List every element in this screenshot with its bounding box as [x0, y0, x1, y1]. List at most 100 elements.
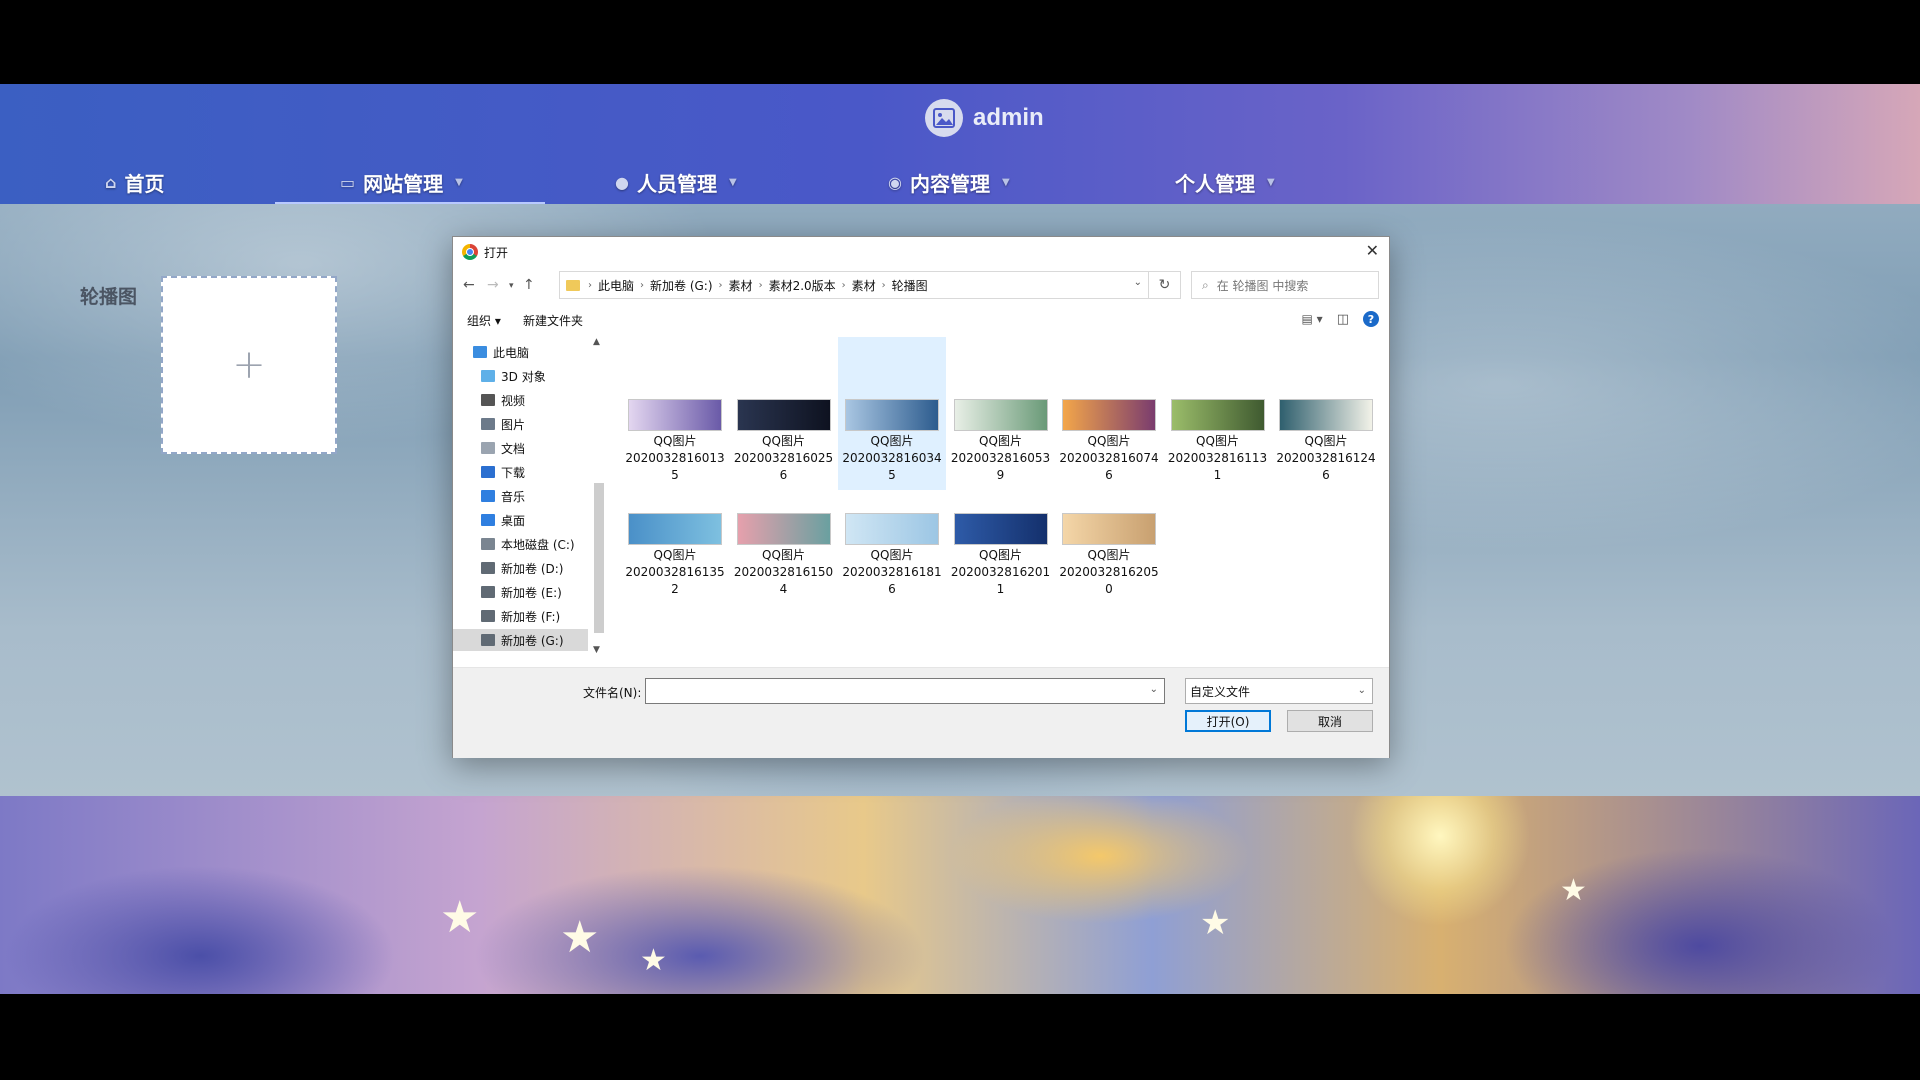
file-name-line: QQ图片	[979, 434, 1022, 448]
file-name-line: 9	[996, 468, 1005, 482]
main-nav: ⌂ 首页 ▭ 网站管理 ▼ ● 人员管理 ▼ ◉ 内容管理 ▼ 个人管理 ▼	[0, 160, 1920, 204]
star-icon: ★	[1560, 873, 1587, 908]
image-thumbnail	[1170, 399, 1265, 431]
search-input[interactable]: ⌕ 在 轮播图 中搜索	[1191, 271, 1379, 299]
tree-item[interactable]: 3D 对象	[453, 365, 588, 387]
file-item[interactable]: QQ图片 2020032816150 4	[730, 489, 838, 604]
user-brand[interactable]: admin	[925, 99, 1044, 137]
file-item[interactable]: QQ图片 2020032816034 5	[838, 337, 946, 490]
address-bar[interactable]: › 此电脑 › 新加卷 (G:) › 素材 › 素材2.0版本 › 素材 › 轮…	[559, 271, 1149, 299]
up-arrow-icon[interactable]: ↑	[523, 277, 535, 293]
file-item[interactable]: QQ图片 2020032816013 5	[621, 337, 729, 490]
tree-item-label: 新加卷 (E:)	[501, 585, 562, 600]
open-button[interactable]: 打开(O)	[1185, 710, 1271, 732]
tree-item[interactable]: 音乐	[453, 485, 588, 507]
nav-site-management[interactable]: ▭ 网站管理 ▼	[340, 160, 463, 204]
file-item[interactable]: QQ图片 2020032816113 1	[1164, 337, 1272, 490]
scroll-up-icon[interactable]: ▲	[593, 337, 600, 347]
close-button[interactable]: ✕	[1366, 241, 1379, 260]
nav-active-indicator	[275, 202, 545, 204]
chevron-down-icon: ▼	[1267, 176, 1275, 188]
file-name-line: QQ图片	[870, 434, 914, 448]
tree-item[interactable]: 文档	[453, 437, 588, 459]
breadcrumb-item[interactable]: 新加卷 (G:)	[650, 277, 713, 294]
folder-icon	[481, 442, 495, 454]
chevron-down-icon[interactable]: ▾	[509, 281, 514, 291]
dialog-title: 打开	[484, 245, 509, 260]
nav-home[interactable]: ⌂ 首页	[105, 160, 164, 204]
file-item[interactable]: QQ图片 2020032816201 1	[947, 489, 1055, 604]
tree-item[interactable]: 下载	[453, 461, 588, 483]
refresh-icon: ↻	[1158, 277, 1171, 293]
scrollbar-thumb[interactable]	[594, 483, 604, 633]
tree-item[interactable]: 新加卷 (E:)	[453, 581, 588, 603]
breadcrumb-item[interactable]: 轮播图	[892, 277, 928, 294]
folder-icon	[481, 490, 495, 502]
new-folder-button[interactable]: 新建文件夹	[523, 312, 583, 329]
file-item[interactable]: QQ图片 2020032816074 6	[1055, 337, 1163, 490]
file-item[interactable]: QQ图片 2020032816205 0	[1055, 489, 1163, 604]
breadcrumb-item[interactable]: 此电脑	[598, 277, 634, 294]
breadcrumb-item[interactable]: 素材2.0版本	[769, 277, 836, 294]
folder-icon	[481, 394, 495, 406]
tree-item-label: 图片	[501, 417, 526, 432]
file-item[interactable]: QQ图片 2020032816135 2	[621, 489, 729, 604]
tree-scrollbar[interactable]: ▲ ▼	[592, 337, 604, 657]
view-options-icon[interactable]: ▤ ▾	[1302, 312, 1323, 326]
address-row: ← → ▾ ↑ › 此电脑 › 新加卷 (G:) › 素材 › 素材2.0版本 …	[453, 271, 1389, 301]
cancel-button[interactable]: 取消	[1287, 710, 1373, 732]
star-icon: ★	[640, 943, 667, 978]
chevron-down-icon[interactable]: ⌄	[1150, 684, 1158, 695]
tree-item[interactable]: 此电脑	[453, 341, 588, 363]
file-item[interactable]: QQ图片 2020032816025 6	[730, 337, 838, 490]
file-name-line: 2020032816181	[842, 565, 942, 579]
file-type-select[interactable]: 自定义文件 ⌄	[1185, 678, 1373, 704]
nav-personal-management[interactable]: 个人管理 ▼	[1175, 160, 1275, 204]
chevron-down-icon: ▼	[1001, 176, 1010, 188]
scroll-down-icon[interactable]: ▼	[593, 645, 600, 655]
file-name-line: 2020032816053	[950, 451, 1051, 465]
nav-content-management[interactable]: ◉ 内容管理 ▼	[888, 160, 1010, 204]
chevron-down-icon[interactable]: ⌄	[1134, 277, 1142, 288]
organize-button[interactable]: 组织 ▾	[467, 312, 501, 329]
image-thumbnail	[953, 513, 1048, 545]
refresh-button[interactable]: ↻	[1149, 271, 1181, 299]
breadcrumb-item[interactable]: 素材	[852, 277, 876, 294]
avatar[interactable]	[925, 99, 963, 137]
tree-item[interactable]: 图片	[453, 413, 588, 435]
file-name-line: QQ图片	[1304, 434, 1348, 448]
preview-pane-icon[interactable]: ◫	[1337, 312, 1349, 327]
forward-arrow-icon[interactable]: →	[487, 277, 499, 293]
tree-item[interactable]: 桌面	[453, 509, 588, 531]
tree-item[interactable]: 新加卷 (F:)	[453, 605, 588, 627]
folder-icon	[481, 610, 495, 622]
tree-item-label: 视频	[501, 393, 526, 408]
breadcrumb-item[interactable]: 素材	[729, 277, 753, 294]
help-icon[interactable]: ?	[1363, 311, 1379, 327]
tree-item[interactable]: 视频	[453, 389, 588, 411]
file-item[interactable]: QQ图片 2020032816053 9	[947, 337, 1055, 490]
home-icon: ⌂	[105, 172, 117, 192]
tree-item-label: 音乐	[501, 489, 526, 504]
chevron-right-icon: ›	[881, 279, 886, 291]
back-arrow-icon[interactable]: ←	[463, 277, 475, 293]
tree-item[interactable]: 本地磁盘 (C:)	[453, 533, 588, 555]
dialog-toolbar: 组织 ▾ 新建文件夹 ▤ ▾ ◫ ?	[453, 307, 1389, 333]
nav-staff-management[interactable]: ● 人员管理 ▼	[615, 160, 737, 204]
tree-item[interactable]: 新加卷 (D:)	[453, 557, 588, 579]
file-name-line: 2020032816074	[1059, 451, 1159, 465]
file-item[interactable]: QQ图片 2020032816181 6	[838, 489, 946, 604]
filename-input[interactable]: ⌄	[645, 678, 1165, 704]
decorative-background-art: ★ ★ ★ ★ ★	[0, 796, 1920, 994]
tree-item[interactable]: 新加卷 (G:)	[453, 629, 588, 651]
file-name-line: 2020032816135	[625, 565, 725, 579]
file-name-line: QQ图片	[762, 434, 805, 448]
nav-personal-label: 个人管理	[1175, 171, 1255, 196]
chevron-right-icon: ›	[588, 279, 592, 291]
image-thumbnail	[1062, 399, 1156, 431]
carousel-upload-box[interactable]: +	[161, 276, 337, 454]
file-name-line: 2020032816034	[842, 451, 942, 465]
folder-icon	[566, 279, 580, 291]
file-item[interactable]: QQ图片 2020032816124 6	[1272, 337, 1380, 490]
file-name-line: QQ图片	[653, 548, 697, 562]
